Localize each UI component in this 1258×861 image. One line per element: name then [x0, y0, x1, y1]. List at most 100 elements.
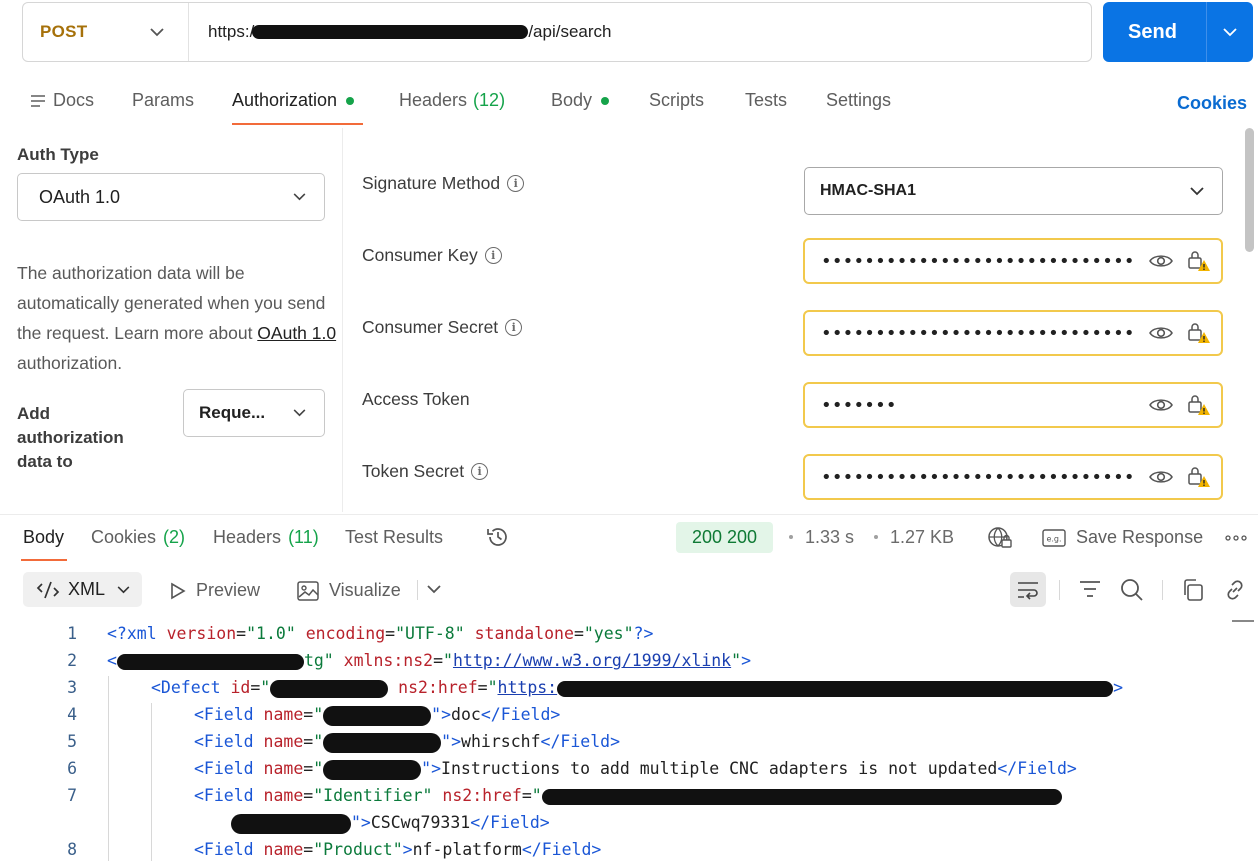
code-line-wrapped: ">CSCwq79331</Field>: [0, 813, 1258, 840]
link-icon[interactable]: [1223, 578, 1247, 602]
lock-warning-icon[interactable]: [1187, 466, 1211, 488]
divider: [1059, 580, 1060, 600]
lock-warning-icon[interactable]: [1187, 322, 1211, 344]
save-response-button[interactable]: e.g. Save Response: [1042, 527, 1203, 548]
xml-link[interactable]: https:: [498, 678, 558, 697]
visualize-button[interactable]: Visualize: [297, 580, 401, 601]
xml-equals: =: [303, 732, 314, 751]
copy-icon[interactable]: [1181, 578, 1205, 602]
redaction-mark: [323, 759, 422, 780]
cookies-link[interactable]: Cookies: [1177, 93, 1247, 114]
resp-tab-cookies[interactable]: Cookies (2): [91, 527, 185, 548]
status-badge[interactable]: 200 200: [676, 522, 773, 553]
network-globe-lock-icon[interactable]: [987, 526, 1013, 550]
consumer-key-input[interactable]: ••••••••••••••••••••••••••••••••: [803, 238, 1223, 284]
info-icon[interactable]: i: [505, 319, 523, 336]
tab-params[interactable]: Params: [132, 90, 194, 111]
xml-link[interactable]: http://www.w3.org/1999/xlink: [453, 651, 731, 670]
info-icon[interactable]: i: [507, 175, 525, 192]
code-line: 7 <Field name="Identifier" ns2:href=": [0, 786, 1258, 813]
preview-button[interactable]: Preview: [170, 580, 260, 601]
send-options-button[interactable]: [1207, 2, 1253, 62]
send-button[interactable]: Send: [1103, 2, 1207, 62]
code-line: 1 <?xml version="1.0" encoding="UTF-8" s…: [0, 624, 1258, 651]
active-tab-indicator: [232, 123, 363, 125]
xml-tag: <Defect: [151, 678, 231, 697]
tab-scripts[interactable]: Scripts: [649, 90, 704, 111]
add-auth-data-value: Reque...: [199, 403, 266, 422]
access-token-input[interactable]: •••••••: [803, 382, 1223, 428]
resp-tab-body[interactable]: Body: [23, 527, 64, 548]
xml-text: Instructions to add multiple CNC adapter…: [441, 759, 998, 778]
xml-tag: <Field: [194, 732, 264, 751]
signature-method-select[interactable]: HMAC-SHA1: [804, 167, 1223, 215]
auth-panel-scrollbar[interactable]: [1245, 128, 1254, 252]
url-input[interactable]: https:/ /api/search: [189, 3, 1091, 61]
info-icon[interactable]: i: [484, 247, 502, 264]
tab-authorization[interactable]: Authorization: [232, 90, 355, 111]
xml-attr: encoding: [295, 624, 386, 643]
access-token-label-text: Access Token: [362, 389, 470, 409]
filter-icon[interactable]: [1079, 578, 1101, 600]
search-icon[interactable]: [1120, 578, 1144, 602]
line-number: 8: [67, 840, 77, 859]
add-auth-data-select[interactable]: Reque...: [183, 389, 325, 437]
line-number: 5: [67, 732, 77, 751]
token-secret-label-text: Token Secret: [362, 461, 465, 481]
auth-type-value: OAuth 1.0: [39, 186, 121, 207]
xml-text: nf-platform: [412, 840, 522, 859]
xml-attr: name: [263, 840, 304, 859]
editor-scrollbar[interactable]: [1232, 620, 1254, 622]
play-icon: [171, 582, 186, 599]
xml-equals: =: [433, 651, 444, 670]
consumer-key-value: ••••••••••••••••••••••••••••••••: [821, 250, 1137, 272]
info-icon[interactable]: i: [471, 463, 489, 480]
tab-docs[interactable]: Docs: [30, 90, 94, 111]
xml-value: "UTF-8": [395, 624, 465, 643]
code-line: 5 <Field name=" ">whirschf</Field>: [0, 732, 1258, 759]
resp-tab-test-results[interactable]: Test Results: [345, 527, 443, 548]
lock-warning-icon[interactable]: [1187, 250, 1211, 272]
signature-method-label: Signature Method i: [362, 173, 525, 194]
oauth-docs-link[interactable]: OAuth 1.0: [257, 323, 336, 343]
tab-body[interactable]: Body: [551, 90, 610, 111]
response-size[interactable]: 1.27 KB: [890, 527, 954, 548]
lock-warning-icon[interactable]: [1187, 394, 1211, 416]
xml-tag: </Field>: [997, 759, 1077, 778]
xml-value: ": [531, 786, 542, 805]
chevron-down-icon: [293, 193, 306, 201]
method-select[interactable]: POST: [23, 3, 189, 61]
redaction-mark: [116, 653, 304, 670]
eye-icon[interactable]: [1149, 325, 1173, 341]
xml-tag: <: [107, 651, 117, 670]
url-prefix: https:/: [208, 22, 255, 41]
auth-type-select[interactable]: OAuth 1.0: [17, 173, 325, 221]
resp-tab-headers[interactable]: Headers (11): [213, 527, 319, 548]
chevron-down-icon[interactable]: [427, 585, 441, 594]
wrap-lines-button[interactable]: [1010, 572, 1046, 607]
xml-value: ": [260, 678, 271, 697]
history-icon[interactable]: [485, 525, 511, 549]
status-dot: [346, 96, 355, 105]
xml-attr: xmlns:ns2: [333, 651, 434, 670]
separator-dot: [874, 535, 878, 539]
xml-tag: ">: [351, 813, 371, 832]
response-body-editor[interactable]: 1 <?xml version="1.0" encoding="UTF-8" s…: [0, 620, 1258, 861]
eye-icon[interactable]: [1149, 469, 1173, 485]
xml-tag: <Field: [194, 840, 264, 859]
eye-icon[interactable]: [1149, 397, 1173, 413]
consumer-secret-input[interactable]: ••••••••••••••••••••••••••••••••: [803, 310, 1223, 356]
xml-value: ": [443, 651, 453, 670]
eye-icon[interactable]: [1149, 253, 1173, 269]
separator-dot: [789, 535, 793, 539]
tab-settings[interactable]: Settings: [826, 90, 891, 111]
xml-value: ": [313, 759, 324, 778]
format-select[interactable]: XML: [23, 572, 142, 607]
response-time[interactable]: 1.33 s: [805, 527, 854, 548]
more-options-icon[interactable]: [1225, 535, 1247, 541]
tab-headers[interactable]: Headers (12): [399, 90, 505, 111]
consumer-secret-label-text: Consumer Secret: [362, 317, 499, 337]
tab-tests[interactable]: Tests: [745, 90, 787, 111]
auth-config-panel: Auth Type OAuth 1.0 The authorization da…: [0, 128, 343, 512]
token-secret-input[interactable]: ••••••••••••••••••••••••••••••••: [803, 454, 1223, 500]
